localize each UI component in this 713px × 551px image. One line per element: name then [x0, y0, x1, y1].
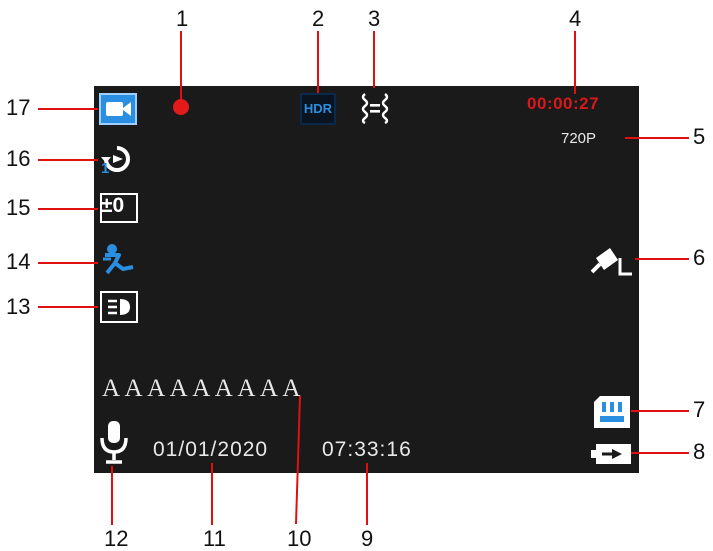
image-stabilizer-icon: [361, 93, 389, 125]
exposure-value: ±0: [101, 194, 125, 217]
time-display: 07:33:16: [322, 438, 412, 461]
leader-line-13: [38, 306, 98, 308]
recording-dot-icon: [173, 99, 189, 115]
date-stamp-text: AAAAAAAAA: [102, 375, 305, 402]
leader-line-16: [38, 159, 98, 161]
microphone-icon: [100, 421, 128, 464]
loop-number: 1: [101, 160, 110, 177]
leader-line-14: [38, 262, 98, 264]
battery-charging-icon: [591, 444, 631, 464]
leader-line-15: [38, 208, 98, 210]
video-mode-icon: [99, 93, 137, 125]
resolution-label: 720P: [561, 130, 597, 147]
leader-line-17: [38, 108, 98, 110]
record-timer: 00:00:27: [527, 94, 600, 113]
sd-card-icon: [594, 396, 630, 428]
date-display: 01/01/2020: [153, 438, 269, 461]
motion-detection-icon: [103, 244, 134, 275]
hdr-badge: HDR: [300, 93, 336, 125]
parking-monitor-icon: [590, 248, 632, 276]
headlight-icon: [100, 291, 138, 323]
